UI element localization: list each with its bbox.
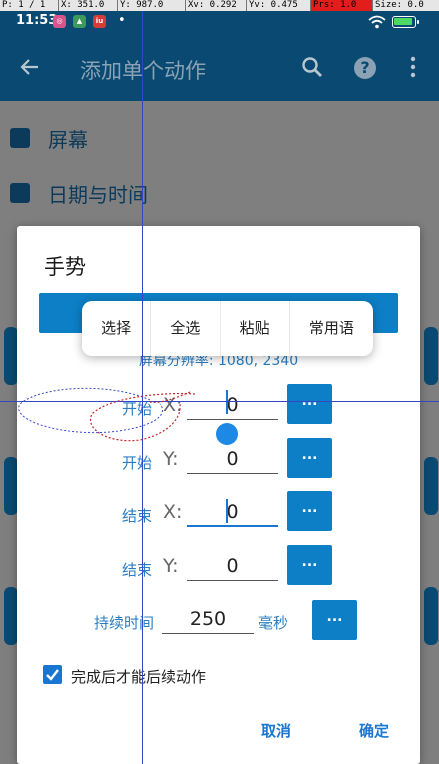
wait-for-completion-checkbox[interactable] xyxy=(43,665,62,684)
page-title: 添加单个动作 xyxy=(80,59,206,83)
category-screen[interactable]: 屏幕 xyxy=(10,121,88,155)
pointer-count: P: 1 / 1 xyxy=(2,0,46,10)
end-y-picker-button[interactable]: ... xyxy=(287,545,332,585)
camera-app-icon: ◎ xyxy=(53,15,66,28)
menu-select[interactable]: 选择 xyxy=(82,301,150,356)
duration-input[interactable]: 250 xyxy=(162,604,254,634)
menu-phrases[interactable]: 常用语 xyxy=(288,301,373,356)
android-app-icon: ▲ xyxy=(73,15,86,28)
list-card-edge xyxy=(424,587,438,645)
pointer-y: Y: 987.0 xyxy=(117,0,163,11)
end-y-input[interactable]: 0 xyxy=(187,551,278,581)
end-x-row: 结束 X: 0 ... xyxy=(17,491,420,535)
axis-label: Y: xyxy=(163,555,179,577)
axis-label: Y: xyxy=(163,448,179,470)
list-card-edge xyxy=(4,457,18,515)
more-notifications-dot: • xyxy=(118,13,126,28)
status-bar: 11:53 ◎ ▲ iu • xyxy=(0,11,439,33)
end-x-picker-button[interactable]: ... xyxy=(287,491,332,531)
person-icon xyxy=(10,128,30,148)
start-y-input[interactable]: 0 xyxy=(187,444,278,474)
dialog-title: 手势 xyxy=(44,255,86,279)
pointer-yv: Yv: 0.475 xyxy=(246,0,298,11)
ok-button[interactable]: 确定 xyxy=(359,720,389,741)
battery-icon xyxy=(392,16,419,28)
duration-label: 持续时间 xyxy=(94,614,155,632)
search-icon[interactable] xyxy=(300,55,324,79)
help-icon[interactable]: ? xyxy=(354,57,376,79)
pointer-location-bar: P: 1 / 1 X: 351.0 Y: 987.0 Xv: 0.292 Yv:… xyxy=(0,0,439,11)
app-bar: 添加单个动作 ? xyxy=(0,33,439,101)
calendar-icon xyxy=(10,183,30,203)
category-label: 屏幕 xyxy=(48,127,88,152)
axis-label: X: xyxy=(163,501,183,523)
start-y-row: 开始 Y: 0 ... xyxy=(17,438,420,482)
checkbox-label: 完成后才能后续动作 xyxy=(71,668,207,686)
axis-label: X: xyxy=(163,394,183,416)
back-arrow-icon[interactable] xyxy=(18,55,42,79)
end-x-label: 结束 xyxy=(122,507,153,525)
pointer-pressure: Prs: 1.0 xyxy=(310,0,372,11)
start-y-label: 开始 xyxy=(122,454,153,472)
duration-unit: 毫秒 xyxy=(258,614,289,632)
pointer-crosshair-horizontal xyxy=(0,401,439,402)
pointer-xv: Xv: 0.292 xyxy=(185,0,237,11)
iu-app-icon: iu xyxy=(93,15,106,28)
category-label: 日期与时间 xyxy=(48,182,148,207)
category-date-time[interactable]: 日期与时间 xyxy=(10,176,148,210)
checkmark-icon xyxy=(46,669,59,681)
menu-select-all[interactable]: 全选 xyxy=(150,301,219,356)
end-x-input[interactable]: 0 xyxy=(187,497,278,527)
wifi-icon xyxy=(368,15,386,29)
start-x-row: 开始 X: 0 ... xyxy=(17,384,420,428)
text-cursor xyxy=(226,499,228,523)
more-options-icon[interactable] xyxy=(410,55,416,79)
menu-paste[interactable]: 粘贴 xyxy=(219,301,289,356)
pointer-crosshair-vertical xyxy=(142,0,143,764)
text-cursor xyxy=(226,390,228,414)
end-y-label: 结束 xyxy=(122,561,153,579)
pointer-x: X: 351.0 xyxy=(58,0,104,11)
cancel-button[interactable]: 取消 xyxy=(261,720,291,741)
list-card-edge xyxy=(424,327,438,385)
start-x-input[interactable]: 0 xyxy=(187,390,278,420)
status-time: 11:53 xyxy=(16,13,58,28)
start-y-picker-button[interactable]: ... xyxy=(287,438,332,478)
list-card-edge xyxy=(424,457,438,515)
text-context-menu: 选择 全选 粘贴 常用语 xyxy=(82,301,373,356)
duration-picker-button[interactable]: ... xyxy=(312,600,357,640)
start-x-picker-button[interactable]: ... xyxy=(287,384,332,424)
list-card-edge xyxy=(4,327,18,385)
list-card-edge xyxy=(4,587,18,645)
pointer-size: Size: 0.0 xyxy=(372,0,424,11)
end-y-row: 结束 Y: 0 ... xyxy=(17,545,420,589)
